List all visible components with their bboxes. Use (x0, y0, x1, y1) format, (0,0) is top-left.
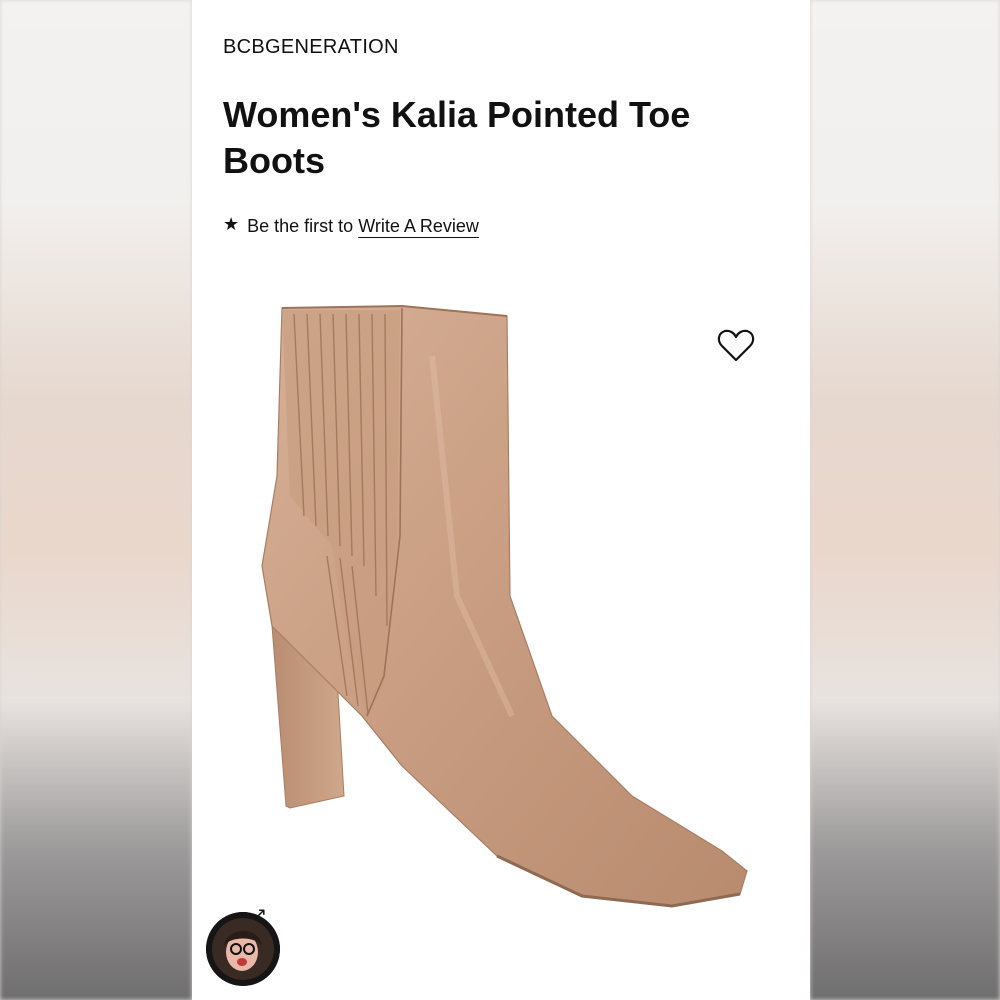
arrow-icon: ↗ (252, 904, 268, 925)
blurred-background-right (810, 0, 1000, 1000)
review-prompt-text: Be the first to (247, 216, 354, 236)
product-page: BCBGENERATION Women's Kalia Pointed Toe … (192, 0, 810, 1000)
avatar[interactable] (206, 912, 280, 986)
product-title: Women's Kalia Pointed Toe Boots (223, 94, 691, 181)
product-image[interactable] (252, 296, 752, 916)
write-review-link[interactable]: Write A Review (358, 216, 479, 237)
star-icon: ★ (223, 214, 240, 234)
review-row: ★ Be the first to Write A Review (223, 214, 479, 237)
avatar-image (206, 912, 280, 986)
brand-name[interactable]: BCBGENERATION (223, 36, 399, 59)
blurred-background-left (0, 0, 192, 1000)
heart-icon[interactable] (716, 326, 756, 366)
